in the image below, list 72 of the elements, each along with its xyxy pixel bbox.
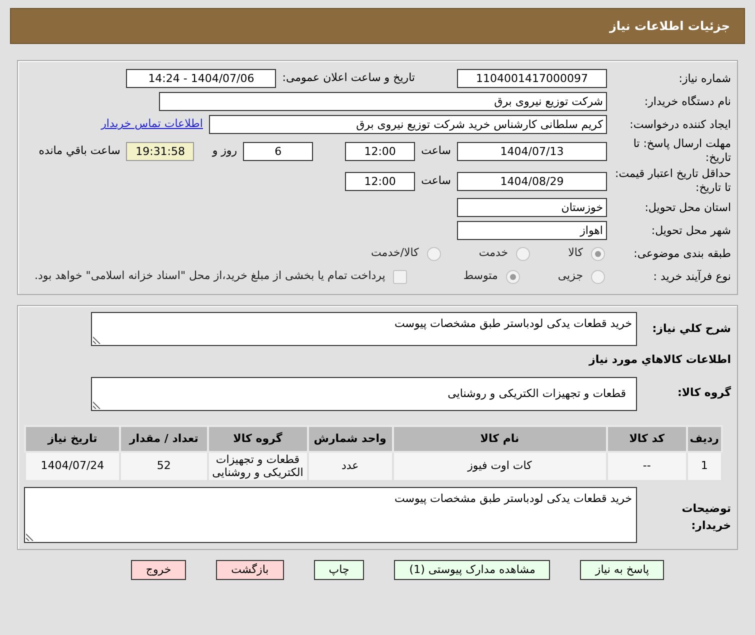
radio-label: متوسط [463, 268, 498, 284]
action-button[interactable]: چاپ [314, 560, 364, 580]
column-header: تاریخ نیاز [25, 426, 120, 452]
date-field[interactable]: 1404/07/13 [457, 142, 607, 160]
radio-label: خدمت [478, 245, 508, 262]
column-header: گروه کالا [208, 426, 308, 452]
city-field[interactable]: اهواز [457, 221, 607, 240]
action-button[interactable]: مشاهده مدارک پیوستی (1) [394, 560, 550, 580]
table-cell: 1404/07/24 [25, 452, 120, 482]
summary-field[interactable]: خرید قطعات یدکی لودباستر طبق مشخصات پیوست [91, 312, 637, 346]
field-label: شماره نیاز: [678, 72, 731, 86]
radio-label: کالا/خدمت [371, 245, 419, 262]
field-label: طبقه بندی موضوعی: [632, 246, 731, 260]
field-label: استان محل تحویل: [644, 200, 731, 214]
field-label: نوع فرآیند خرید : [652, 270, 731, 284]
checkbox[interactable] [393, 270, 408, 284]
action-button[interactable]: پاسخ به نیاز [580, 560, 664, 580]
table-cell: -- [606, 452, 687, 482]
resize-grip-icon[interactable] [93, 400, 101, 408]
field-label: شرح کلي نياز: [651, 320, 731, 337]
field-label: شهر محل تحویل: [650, 224, 731, 238]
section-heading: اطلاعات کالاهاي مورد نياز [588, 352, 731, 368]
requester-field[interactable]: کریم سلطانی کارشناس خرید شرکت توزیع نیروی برق [209, 115, 607, 134]
announce-date-field[interactable]: 1404/07/06 - 14:24 [126, 69, 276, 88]
field-label: نام دستگاه خریدار: [643, 94, 731, 108]
checkbox-label: پرداخت تمام یا بخشی از مبلغ خرید،از محل "اسناد خزانه اسلامی" خواهد بود. [34, 268, 386, 284]
province-field[interactable]: خوزستان [457, 198, 607, 217]
table-cell: 52 [120, 452, 208, 482]
remaining-time-field[interactable]: 19:31:58 [126, 142, 194, 160]
radio-label: جزیی [558, 268, 583, 284]
field-label: ساعت باقي مانده [38, 142, 120, 159]
field-label: روز و [212, 142, 238, 159]
resize-grip-icon[interactable] [93, 336, 101, 344]
column-header: ردیف [686, 426, 722, 452]
radio-label: کالا [568, 245, 583, 262]
time-field[interactable]: 12:00 [345, 172, 416, 190]
time-field[interactable]: 12:00 [345, 142, 416, 160]
table-cell: 1 [686, 452, 722, 482]
need-number-field[interactable]: 1104001417000097 [457, 69, 607, 88]
radio-button[interactable] [591, 270, 605, 284]
buyer-name-field[interactable]: شرکت توزیع نیروی برق [159, 92, 607, 111]
goods-group-field[interactable]: قطعات و تجهیزات الکتریکی و روشنایی [91, 376, 637, 410]
action-button[interactable]: بازگشت [216, 560, 284, 580]
days-field[interactable]: 6 [243, 142, 314, 160]
radio-button[interactable] [506, 270, 520, 284]
date-field[interactable]: 1404/08/29 [457, 172, 607, 190]
field-label: توضیحات خریدار: [680, 501, 731, 534]
column-header: واحد شمارش [308, 426, 393, 452]
field-label: ایجاد کننده درخواست: [628, 118, 731, 132]
field-label: گروه کالا: [676, 385, 731, 402]
table-cell: قطعات و تجهیزات الکتریکی و روشنایی [208, 452, 308, 482]
text-area-value: قطعات و تجهیزات الکتریکی و روشنایی [448, 386, 626, 400]
action-button[interactable]: خروج [130, 560, 186, 580]
field-label: ساعت [421, 142, 451, 159]
text-area-value: خرید قطعات یدکی لودباستر طبق مشخصات پیوست [394, 317, 632, 330]
field-label: حداقل تاریخ اعتبار قیمت: تا تاریخ: [614, 167, 731, 195]
field-label: تاریخ و ساعت اعلان عمومی: [282, 70, 415, 86]
column-header: نام کالا [392, 426, 607, 452]
text-area-value: خرید قطعات یدکی لودباستر طبق مشخصات پیوست [394, 492, 632, 506]
radio-button[interactable] [516, 246, 530, 260]
column-header: تعداد / مقدار [120, 426, 208, 452]
radio-button[interactable] [426, 246, 441, 260]
page-title: جزئیات اطلاعات نیاز [609, 18, 730, 35]
table-cell: عدد [308, 452, 393, 482]
field-label: مهلت ارسال پاسخ: تا تاریخ: [632, 137, 731, 165]
field-label: ساعت [421, 172, 451, 189]
table-cell: کات اوت فیوز [392, 452, 607, 482]
column-header: کد کالا [606, 426, 687, 452]
contact-link[interactable]: اطلاعات تماس خریدار [101, 116, 203, 133]
notes-field[interactable]: خرید قطعات یدکی لودباستر طبق مشخصات پیوست [24, 487, 637, 544]
resize-grip-icon[interactable] [26, 533, 34, 542]
radio-button[interactable] [591, 246, 605, 260]
